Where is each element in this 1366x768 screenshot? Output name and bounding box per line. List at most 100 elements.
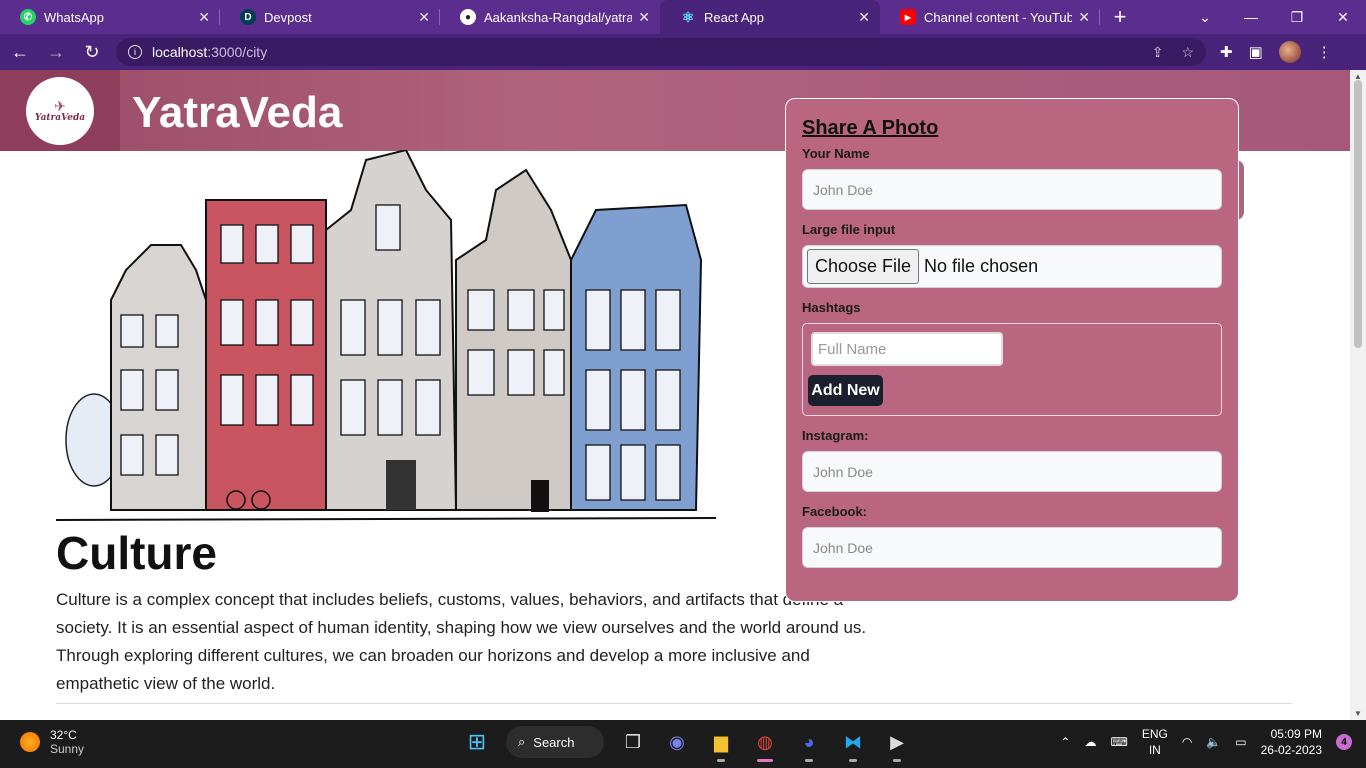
form-title: Share A Photo [802, 117, 939, 139]
windows-taskbar: 32°C Sunny ⊞ ⌕ Search ❐ ◉ ▆ ◍ ◕ ⧓ ▶ ⌃ ☁ … [0, 720, 1366, 768]
lang-bottom: IN [1148, 743, 1161, 757]
search-icon: ⌕ [518, 734, 526, 749]
tab-label: Channel content - YouTube S [924, 9, 1073, 25]
language-indicator[interactable]: ENG IN [1142, 726, 1168, 758]
github-icon: ● [460, 9, 476, 25]
back-button[interactable]: ← [4, 36, 36, 68]
chevron-up-icon[interactable]: ⌃ [1060, 735, 1070, 749]
close-icon[interactable]: ✕ [638, 9, 650, 26]
battery-icon[interactable]: ▭ [1235, 735, 1246, 749]
browser-toolbar: ← → ↻ i localhost:3000/city ⇪ ☆ ✚ ▣ ⋮ [0, 34, 1366, 70]
airplane-icon: ✈ [54, 97, 66, 114]
page-scrollbar[interactable]: ▲ ▼ [1350, 70, 1366, 720]
taskbar-search[interactable]: ⌕ Search [506, 726, 604, 758]
file-status: No file chosen [924, 256, 1039, 276]
tab-devpost[interactable]: D Devpost ✕ [220, 0, 440, 34]
tab-whatsapp[interactable]: ✆ WhatsApp ✕ [0, 0, 220, 34]
file-input-label: Large file input [802, 222, 896, 237]
tab-separator [1099, 9, 1100, 25]
tab-react-app[interactable]: ⚛ React App ✕ [660, 0, 880, 34]
choose-file-button[interactable]: Choose File [807, 249, 920, 284]
facebook-label: Facebook: [802, 504, 868, 519]
instagram-input[interactable]: John Doe [802, 451, 1222, 492]
divider [56, 703, 1292, 704]
clock[interactable]: 05:09 PM 26-02-2023 [1261, 726, 1322, 758]
menu-icon[interactable]: ⋮ [1317, 43, 1332, 61]
taskbar-apps: ⊞ ⌕ Search ❐ ◉ ▆ ◍ ◕ ⧓ ▶ [462, 726, 912, 762]
restore-button[interactable]: ❐ [1274, 9, 1320, 26]
devpost-icon: D [240, 9, 256, 25]
site-logo[interactable]: ✈ YatraVeda [28, 78, 92, 143]
scroll-down-icon[interactable]: ▼ [1354, 709, 1362, 718]
houses-illustration [56, 150, 716, 521]
url-host: localhost [152, 44, 208, 60]
volume-icon[interactable]: 🔈 [1206, 735, 1221, 749]
close-icon[interactable]: ✕ [858, 9, 870, 26]
facebook-input[interactable]: John Doe [802, 527, 1222, 568]
file-input[interactable]: Choose File No file chosen [802, 245, 1222, 288]
add-new-button[interactable]: Add New [808, 375, 883, 406]
close-icon[interactable]: ✕ [1078, 9, 1090, 26]
tab-label: Devpost [264, 9, 312, 25]
react-icon: ⚛ [681, 8, 695, 25]
site-info-icon[interactable]: i [128, 45, 142, 59]
tab-label: Aakanksha-Rangdal/yatra-ve [484, 9, 633, 25]
scrollbar-thumb[interactable] [1354, 80, 1362, 348]
close-icon[interactable]: ✕ [418, 9, 430, 26]
extensions-icon[interactable]: ✚ [1220, 43, 1233, 61]
address-bar[interactable]: i localhost:3000/city ⇪ ☆ [116, 38, 1206, 66]
file-explorer-icon[interactable]: ▆ [706, 727, 736, 762]
culture-paragraph: Culture is a complex concept that includ… [56, 590, 867, 693]
side-panel-icon[interactable]: ▣ [1249, 43, 1263, 61]
discord-icon[interactable]: ◕ [794, 727, 824, 762]
weather-widget[interactable]: 32°C Sunny [20, 728, 84, 756]
reload-button[interactable]: ↻ [76, 36, 108, 68]
youtube-icon: ▶ [900, 9, 916, 25]
logo-container[interactable]: ✈ YatraVeda [0, 70, 120, 151]
tab-label: React App [704, 9, 764, 25]
culture-heading: Culture [56, 527, 217, 579]
date: 26-02-2023 [1260, 743, 1322, 757]
hashtags-label: Hashtags [802, 300, 861, 315]
forward-button[interactable]: → [40, 36, 72, 68]
minimize-button[interactable]: — [1228, 9, 1274, 25]
task-view-icon[interactable]: ❐ [618, 727, 648, 757]
bookmark-star-icon[interactable]: ☆ [1181, 44, 1194, 61]
logo-text: YatraVeda [34, 112, 86, 123]
tab-label: WhatsApp [44, 9, 104, 25]
wifi-icon[interactable]: ◠ [1182, 735, 1192, 749]
share-icon[interactable]: ⇪ [1152, 44, 1164, 61]
vscode-icon[interactable]: ⧓ [838, 727, 868, 762]
temperature: 32°C [50, 728, 77, 742]
keyboard-icon[interactable]: ⌨ [1110, 735, 1127, 749]
close-window-button[interactable]: ✕ [1320, 9, 1366, 26]
url-path: :3000/city [207, 44, 268, 60]
tab-youtube[interactable]: ▶ Channel content - YouTube S ✕ [880, 0, 1100, 34]
browser-tab-strip: ✆ WhatsApp ✕ D Devpost ✕ ● Aakanksha-Ran… [0, 0, 1366, 34]
weather-condition: Sunny [50, 742, 85, 756]
notification-badge[interactable]: 4 [1336, 734, 1352, 750]
hashtags-group: Full Name Add New [802, 323, 1222, 416]
tab-github[interactable]: ● Aakanksha-Rangdal/yatra-ve ✕ [440, 0, 660, 34]
profile-avatar[interactable] [1278, 41, 1301, 63]
chrome-icon[interactable]: ◍ [750, 727, 780, 762]
whatsapp-icon: ✆ [20, 9, 36, 25]
time: 05:09 PM [1270, 727, 1322, 741]
page-content: ✈ YatraVeda YatraVeda Culture Culture is… [0, 70, 1350, 720]
start-icon[interactable]: ⊞ [462, 727, 492, 757]
instagram-label: Instagram: [802, 428, 869, 443]
system-tray: ⌃ ☁ ⌨ ENG IN ◠ 🔈 ▭ 05:09 PM 26-02-2023 4 [1060, 726, 1352, 758]
search-label: Search [533, 734, 575, 750]
your-name-input[interactable]: John Doe [802, 169, 1222, 210]
media-player-icon[interactable]: ▶ [882, 727, 912, 762]
lang-top: ENG [1141, 727, 1168, 741]
onedrive-icon[interactable]: ☁ [1084, 735, 1096, 749]
tab-search-icon[interactable]: ⌄ [1182, 9, 1228, 26]
hashtag-input[interactable]: Full Name [811, 332, 1003, 366]
new-tab-button[interactable]: + [1100, 0, 1140, 34]
your-name-label: Your Name [802, 146, 870, 161]
window-controls: ⌄ — ❐ ✕ [1182, 0, 1366, 34]
teams-chat-icon[interactable]: ◉ [662, 727, 692, 757]
sun-icon [20, 732, 40, 752]
close-icon[interactable]: ✕ [198, 9, 210, 26]
